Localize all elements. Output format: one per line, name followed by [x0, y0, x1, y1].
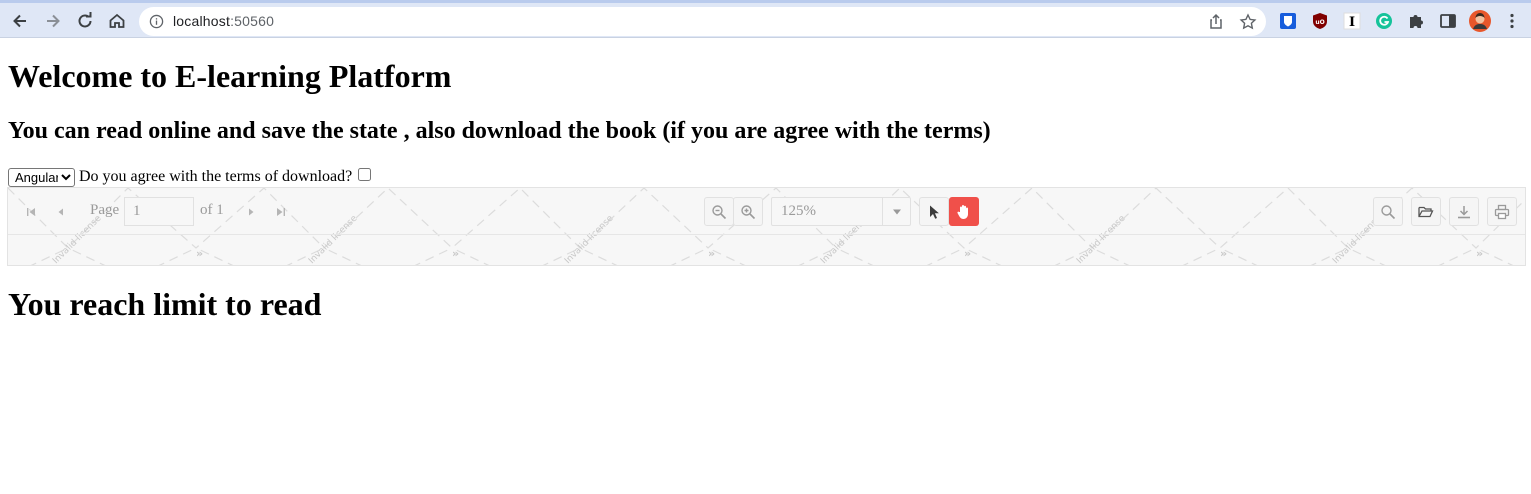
download-icon — [1458, 205, 1470, 218]
download-controls: Angular Do you agree with the terms of d… — [8, 167, 372, 187]
framework-select[interactable]: Angular — [8, 167, 75, 187]
download-button[interactable] — [1449, 197, 1479, 226]
agree-terms-label: Do you agree with the terms of download? — [79, 168, 353, 185]
back-arrow-icon[interactable] — [8, 9, 32, 33]
grammarly-icon[interactable] — [1375, 12, 1393, 30]
last-page-icon — [277, 207, 285, 216]
reload-icon[interactable] — [73, 9, 97, 33]
previous-page-icon — [58, 208, 63, 215]
forward-arrow-icon[interactable] — [41, 9, 65, 33]
browser-toolbar: localhost:50560 uO I — [0, 0, 1531, 38]
watermark-logo: » — [452, 247, 459, 260]
watermark-logo: » — [708, 247, 715, 260]
print-icon — [1494, 204, 1510, 219]
svg-text:uO: uO — [1315, 19, 1324, 26]
text-select-button[interactable] — [919, 197, 949, 226]
zoom-out-button[interactable] — [704, 197, 734, 226]
watermark-logo: » — [1220, 247, 1227, 260]
puzzle-icon[interactable] — [1407, 12, 1425, 30]
side-panel-icon[interactable] — [1439, 12, 1457, 30]
instapaper-icon[interactable]: I — [1343, 12, 1361, 30]
last-page-button[interactable] — [266, 197, 296, 226]
zoom-select[interactable]: 125% — [771, 197, 911, 226]
svg-text:I: I — [1349, 15, 1355, 30]
url-text: localhost:50560 — [173, 13, 274, 29]
pdf-viewer: Invalid license Invalid license Invalid … — [7, 187, 1526, 266]
search-button[interactable] — [1373, 197, 1403, 226]
hand-icon — [957, 205, 968, 219]
page-title: Welcome to E-learning Platform — [8, 58, 452, 94]
pdf-toolbar: Page of 1 125% — [8, 188, 1525, 235]
page-subtitle: You can read online and save the state ,… — [8, 118, 991, 144]
read-limit-message: You reach limit to read — [8, 286, 322, 322]
avatar[interactable] — [1469, 10, 1491, 32]
watermark-logo: » — [196, 247, 203, 260]
page-number-input[interactable] — [124, 197, 194, 226]
page-label: Page — [90, 202, 120, 218]
zoom-value: 125% — [781, 203, 816, 219]
bitwarden-icon[interactable] — [1279, 12, 1297, 30]
info-icon[interactable] — [149, 14, 164, 29]
print-button[interactable] — [1487, 197, 1517, 226]
zoom-out-icon — [712, 204, 727, 219]
address-bar[interactable]: localhost:50560 — [139, 7, 1266, 36]
cursor-icon — [930, 205, 939, 219]
next-page-icon — [249, 208, 254, 215]
watermark-logo: » — [964, 247, 971, 260]
folder-open-icon — [1418, 206, 1434, 217]
watermark-logo: » — [1476, 247, 1483, 260]
zoom-in-icon — [741, 204, 756, 219]
url-port: :50560 — [230, 13, 275, 29]
pan-mode-button[interactable] — [949, 197, 979, 226]
agree-terms-checkbox[interactable] — [358, 167, 372, 181]
ublock-icon[interactable]: uO — [1311, 12, 1329, 30]
previous-page-button[interactable] — [46, 197, 76, 226]
star-icon[interactable] — [1239, 13, 1257, 31]
open-file-button[interactable] — [1411, 197, 1441, 226]
chevron-down-icon[interactable] — [882, 198, 910, 225]
url-host: localhost — [173, 13, 231, 29]
share-icon[interactable] — [1207, 13, 1225, 31]
search-icon — [1381, 204, 1396, 219]
next-page-button[interactable] — [236, 197, 266, 226]
first-page-button[interactable] — [16, 197, 46, 226]
more-menu-icon[interactable] — [1503, 12, 1521, 30]
first-page-icon — [27, 207, 35, 216]
page-count: of 1 — [200, 202, 224, 218]
home-icon[interactable] — [105, 9, 129, 33]
zoom-in-button[interactable] — [733, 197, 763, 226]
